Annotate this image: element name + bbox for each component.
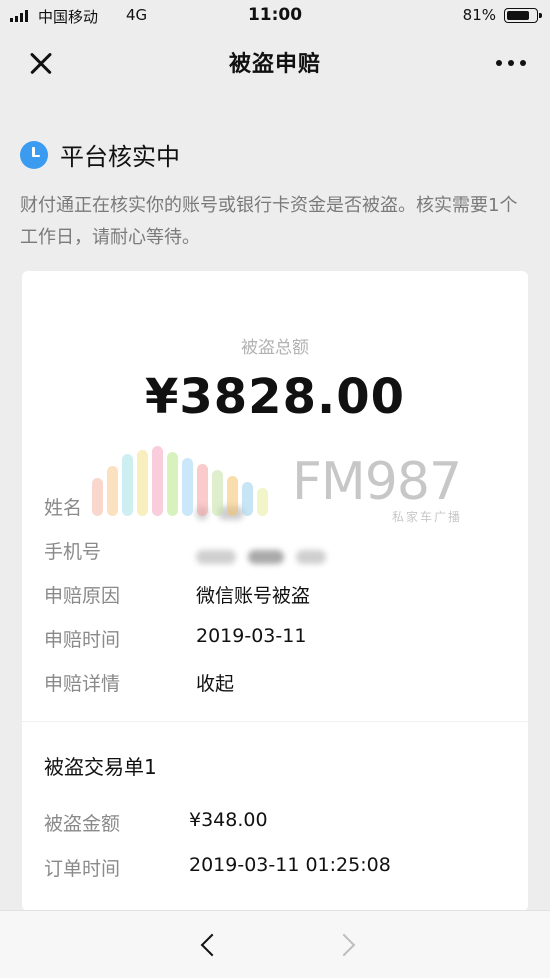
browser-bottom-bar: [0, 910, 550, 978]
row-value-redacted: [196, 545, 327, 567]
row-label: 申赔原因: [44, 585, 121, 607]
row-value: ¥348.00: [189, 809, 268, 831]
row-value-redacted: [196, 501, 245, 523]
collapse-link[interactable]: 收起: [196, 669, 234, 696]
more-dot-icon: [496, 60, 502, 66]
status-description: 财付通正在核实你的账号或银行卡资金是否被盗。核实需要1个工作日，请耐心等待。: [20, 195, 518, 248]
status-title: 平台核实中: [60, 143, 180, 171]
watermark-bar: [182, 458, 193, 516]
watermark-text: FM987: [292, 452, 462, 512]
redacted-text: [218, 505, 245, 520]
verification-status: 平台核实中: [20, 137, 180, 172]
row-value: 2019-03-11 01:25:08: [189, 854, 391, 876]
section-title: 被盗交易单1: [44, 755, 157, 779]
row-label: 被盗金额: [44, 813, 121, 835]
row-label: 订单时间: [44, 858, 121, 880]
watermark-bar: [152, 446, 163, 516]
redacted-text: [196, 549, 236, 564]
watermark-bar: [122, 454, 133, 516]
status-bar: 中国移动 4G 11:00 81%: [0, 0, 550, 32]
watermark-logo: FM987 私家车广播: [92, 446, 492, 526]
divider: [22, 721, 528, 722]
watermark-bar: [167, 452, 178, 516]
watermark-bar: [92, 478, 103, 516]
more-options-button[interactable]: [496, 60, 526, 66]
watermark-subtext: 私家车广播: [392, 510, 463, 524]
row-label: 姓名: [44, 497, 83, 519]
page-title: 被盗申赔: [228, 52, 321, 77]
nav-bar: 被盗申赔: [0, 32, 550, 92]
row-label: 手机号: [44, 541, 102, 563]
row-label: 申赔详情: [44, 673, 121, 695]
redacted-text: [296, 549, 327, 564]
redacted-text: [248, 549, 285, 564]
battery-icon: [504, 8, 542, 23]
battery-percent: 81%: [462, 6, 496, 24]
more-dot-icon: [520, 60, 526, 66]
clock-icon: [20, 140, 48, 169]
redacted-text: [196, 505, 208, 520]
watermark-bar: [257, 488, 268, 516]
row-value: 2019-03-11: [196, 625, 307, 647]
watermark-bar: [137, 450, 148, 516]
back-arrow-icon[interactable]: [196, 933, 218, 955]
more-dot-icon: [508, 60, 514, 66]
row-value: 微信账号被盗: [196, 585, 311, 607]
row-label: 申赔时间: [44, 629, 121, 651]
forward-arrow-icon[interactable]: [336, 933, 358, 955]
watermark-bar: [107, 466, 118, 516]
total-amount: ¥3828.00: [144, 369, 406, 425]
claim-card: 被盗总额 ¥3828.00 姓名 手机号 申赔原因 微信账号被盗 申赔时间 20…: [22, 271, 528, 911]
total-label: 被盗总额: [241, 338, 309, 358]
